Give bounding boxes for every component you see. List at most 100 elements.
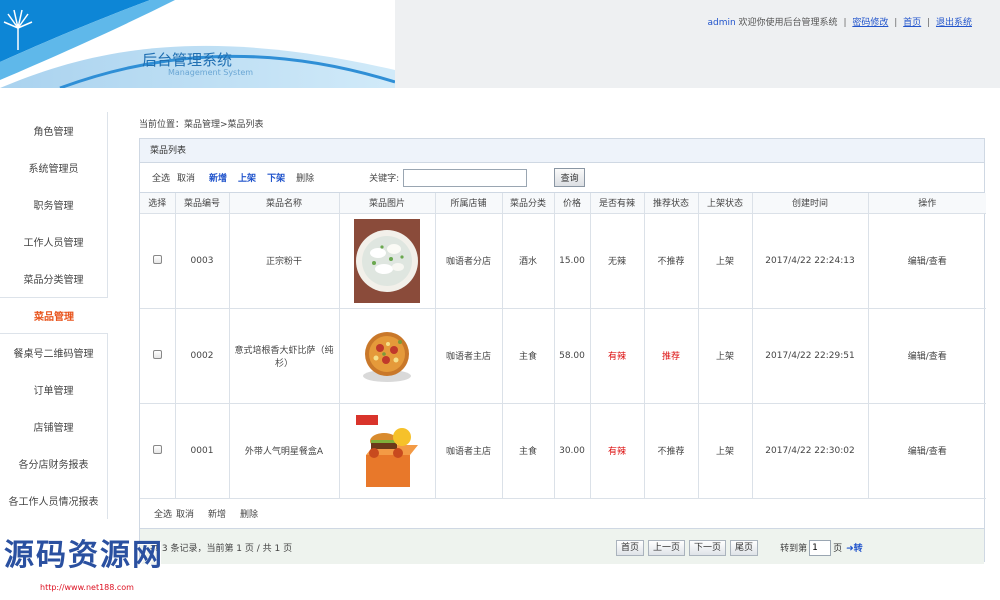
dish-name: 正宗粉干 (228, 212, 340, 309)
dish-price: 30.00 (553, 402, 591, 499)
sidebar-item-admins[interactable]: 系统管理员 (0, 149, 108, 186)
sidebar-item-positions[interactable]: 职务管理 (0, 186, 108, 223)
created-time: 2017/4/22 22:30:02 (751, 402, 869, 499)
shop-name: 咖语者主店 (434, 402, 503, 499)
next-page-button[interactable]: 下一页 (689, 539, 727, 556)
table-row: 0003 正宗粉干 咖语者分店 酒水 15.00 无辣 不推荐 上架 2017/… (140, 212, 986, 309)
edit-view-link[interactable]: 编辑/查看 (867, 212, 986, 309)
burger-meal-image (354, 409, 420, 493)
row-checkbox[interactable] (152, 349, 162, 359)
dish-list-panel: 菜品列表 全选 取消 新增 上架 下架 删除 关键字: 查询 选择 菜品编号 菜… (139, 138, 986, 564)
dish-category: 酒水 (501, 212, 555, 309)
dish-name: 意式培根香大虾比萨（纯杉） (228, 307, 340, 404)
change-password-link[interactable]: 密码修改 (852, 18, 888, 28)
logo-banner: 后台管理系统 Management System (0, 0, 395, 88)
col-header-id: 菜品编号 (174, 193, 230, 214)
sidebar: 角色管理 系统管理员 职务管理 工作人员管理 菜品分类管理 菜品管理 餐桌号二维… (0, 112, 108, 519)
dish-table: 选择 菜品编号 菜品名称 菜品图片 所属店铺 菜品分类 价格 是否有辣 推荐状态… (140, 193, 986, 499)
goto-prefix: 转到第 (780, 544, 808, 554)
sidebar-item-branch-finance[interactable]: 各分店财务报表 (0, 445, 108, 482)
shelf-status: 上架 (697, 307, 753, 404)
page-info: 共 3 条记录，当前第 1 页 / 共 1 页 (150, 543, 293, 554)
col-header-price: 价格 (553, 193, 591, 214)
goto-page-input[interactable] (809, 539, 832, 556)
spicy-status: 有辣 (589, 307, 645, 404)
col-header-select: 选择 (140, 193, 176, 214)
dish-id: 0003 (174, 212, 230, 309)
spicy-status: 有辣 (589, 402, 645, 499)
header: 后台管理系统 Management System admin 欢迎你使用后台管理… (0, 0, 1000, 88)
logout-link[interactable]: 退出系统 (936, 18, 972, 28)
panel-title: 菜品列表 (140, 139, 984, 163)
edit-view-link[interactable]: 编辑/查看 (867, 307, 986, 404)
col-header-category: 菜品分类 (501, 193, 555, 214)
col-header-recommend: 推荐状态 (643, 193, 699, 214)
recommend-status: 推荐 (643, 307, 699, 404)
last-page-button[interactable]: 尾页 (730, 539, 759, 556)
home-link[interactable]: 首页 (903, 18, 921, 28)
col-header-spicy: 是否有辣 (589, 193, 645, 214)
col-header-shop: 所属店铺 (434, 193, 503, 214)
bottom-add-button[interactable]: 新增 (208, 507, 226, 520)
sidebar-item-staff-report[interactable]: 各工作人员情况报表 (0, 482, 108, 519)
sidebar-item-dish-categories[interactable]: 菜品分类管理 (0, 260, 108, 297)
col-header-created: 创建时间 (751, 193, 869, 214)
username: admin (707, 18, 736, 28)
col-header-image: 菜品图片 (338, 193, 436, 214)
first-page-button[interactable]: 首页 (616, 539, 645, 556)
dish-price: 15.00 (553, 212, 591, 309)
keyword-label: 关键字: (369, 174, 400, 184)
keyword-input[interactable] (403, 168, 528, 187)
edit-view-link[interactable]: 编辑/查看 (867, 402, 986, 499)
pager: 首页 上一页 下一页 尾页 转到第 页 ➜转 (616, 539, 863, 556)
watermark: 源码资源网 (4, 538, 164, 573)
bottom-delete-button[interactable]: 删除 (240, 507, 258, 520)
dish-category: 主食 (501, 307, 555, 404)
breadcrumb: 当前位置：菜品管理>菜品列表 (139, 120, 264, 130)
bottom-select-all-button[interactable]: 全选 (154, 507, 172, 520)
system-title: 后台管理系统 (142, 51, 233, 69)
shop-name: 咖语者主店 (434, 307, 503, 404)
shop-name: 咖语者分店 (434, 212, 503, 309)
goto-suffix: 页 (833, 544, 843, 554)
top-links: admin 欢迎你使用后台管理系统 | 密码修改 | 首页 | 退出系统 (707, 18, 972, 28)
delete-button[interactable]: 删除 (296, 171, 314, 184)
bottom-cancel-button[interactable]: 取消 (176, 507, 194, 520)
row-checkbox[interactable] (152, 444, 162, 454)
off-shelf-button[interactable]: 下架 (267, 171, 285, 184)
add-button[interactable]: 新增 (209, 171, 227, 184)
watermark-url: http://www.net188.com (40, 583, 134, 592)
recommend-status: 不推荐 (643, 212, 699, 309)
query-button[interactable]: 查询 (554, 168, 586, 187)
sidebar-item-dishes[interactable]: 菜品管理 (0, 297, 108, 334)
sidebar-item-roles[interactable]: 角色管理 (0, 112, 108, 149)
col-header-name: 菜品名称 (228, 193, 340, 214)
cancel-select-button[interactable]: 取消 (177, 171, 195, 184)
table-row: 0002 意式培根香大虾比萨（纯杉） 咖语者主店 主食 58.00 有辣 推荐 … (140, 307, 986, 404)
pagination-bar: 共 3 条记录，当前第 1 页 / 共 1 页 首页 上一页 下一页 尾页 转到… (140, 528, 984, 564)
created-time: 2017/4/22 22:29:51 (751, 307, 869, 404)
shelf-status: 上架 (697, 212, 753, 309)
shelf-status: 上架 (697, 402, 753, 499)
sidebar-item-shops[interactable]: 店铺管理 (0, 408, 108, 445)
col-header-shelf: 上架状态 (697, 193, 753, 214)
table-header-row: 选择 菜品编号 菜品名称 菜品图片 所属店铺 菜品分类 价格 是否有辣 推荐状态… (140, 193, 986, 214)
dumpling-soup-image (354, 218, 420, 303)
prev-page-button[interactable]: 上一页 (648, 539, 686, 556)
created-time: 2017/4/22 22:24:13 (751, 212, 869, 309)
dish-price: 58.00 (553, 307, 591, 404)
dish-id: 0001 (174, 402, 230, 499)
select-all-button[interactable]: 全选 (152, 171, 170, 184)
welcome-text: 欢迎你使用后台管理系统 (738, 18, 838, 28)
sidebar-item-staff[interactable]: 工作人员管理 (0, 223, 108, 260)
recommend-status: 不推荐 (643, 402, 699, 499)
sidebar-item-table-qrcodes[interactable]: 餐桌号二维码管理 (0, 334, 108, 371)
dish-category: 主食 (501, 402, 555, 499)
pizza-image (354, 314, 420, 398)
system-subtitle: Management System (168, 68, 254, 77)
sidebar-item-orders[interactable]: 订单管理 (0, 371, 108, 408)
row-checkbox[interactable] (152, 254, 162, 264)
on-shelf-button[interactable]: 上架 (238, 171, 256, 184)
go-button[interactable]: ➜转 (846, 541, 863, 554)
dish-id: 0002 (174, 307, 230, 404)
